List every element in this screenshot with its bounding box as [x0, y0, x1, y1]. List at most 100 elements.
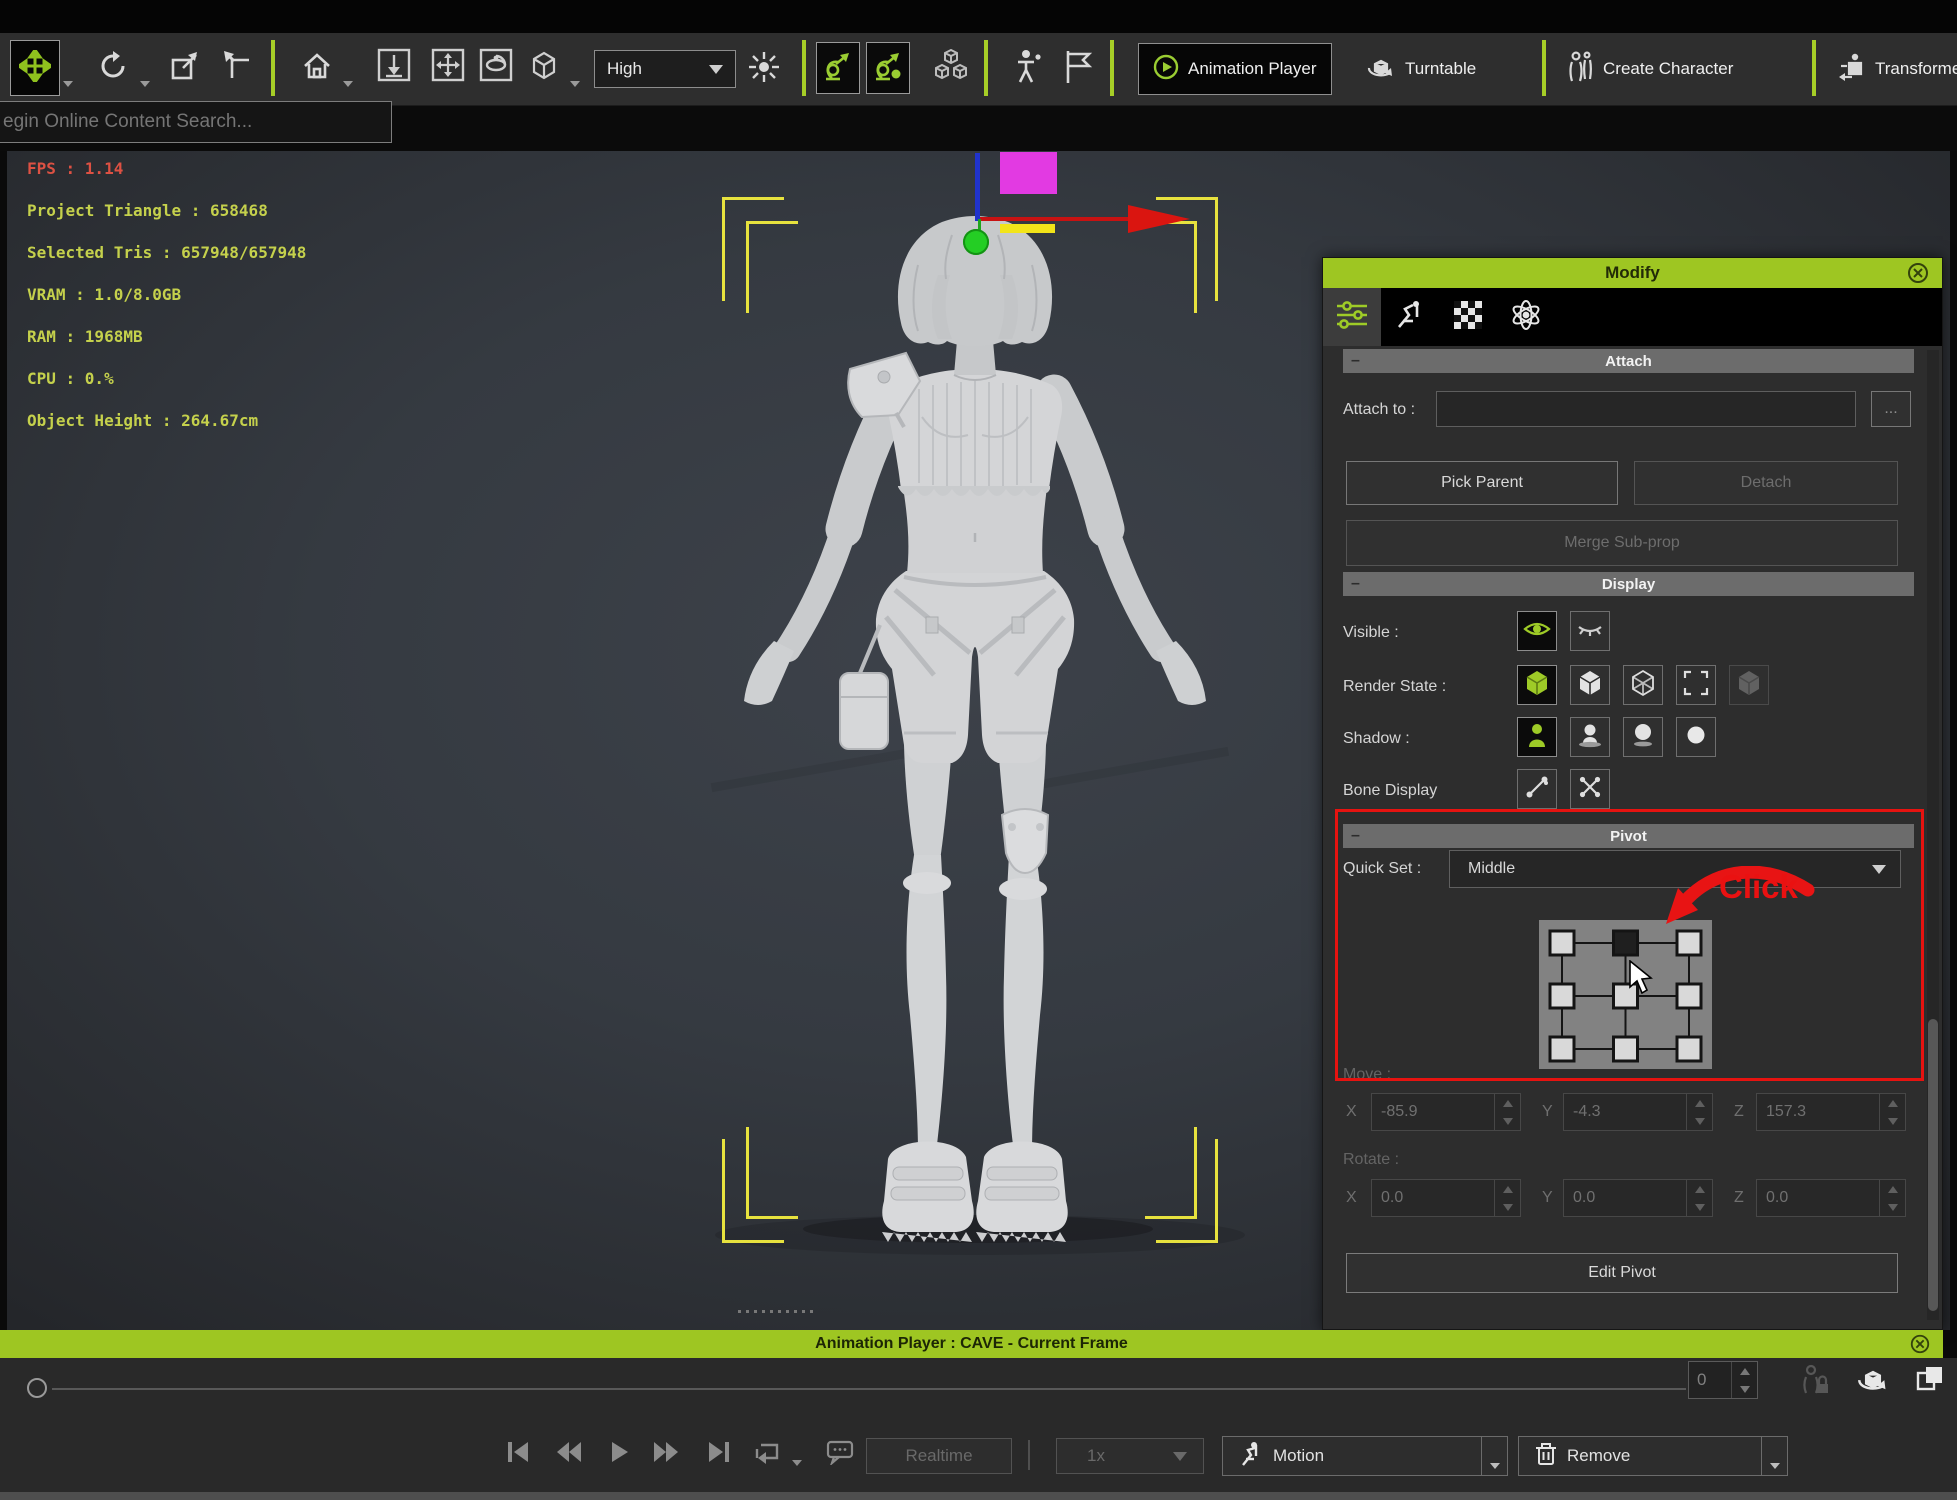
attach-browse-button[interactable]: ...: [1871, 391, 1911, 427]
splitter-handle[interactable]: [738, 1310, 813, 1313]
move-tool-caret[interactable]: [63, 81, 73, 87]
render-wireframe-button[interactable]: [1623, 665, 1663, 705]
pivot-cell-middle-left[interactable]: [1550, 984, 1574, 1008]
visible-on-button[interactable]: [1517, 611, 1557, 651]
pivot-cell-bottom-middle[interactable]: [1614, 1037, 1638, 1061]
loop-button[interactable]: [753, 1439, 779, 1465]
attach-section-header[interactable]: – Attach: [1343, 349, 1914, 373]
physics-balance-button[interactable]: [1008, 45, 1052, 93]
panel-scrollbar-thumb[interactable]: [1928, 1019, 1938, 1311]
bone-show-button[interactable]: [1517, 769, 1557, 809]
create-character-button[interactable]: Create Character: [1566, 43, 1733, 95]
content-search-box[interactable]: [0, 101, 392, 143]
drop-to-floor-button[interactable]: [374, 47, 414, 87]
gizmo-pivot-dot[interactable]: [963, 229, 989, 255]
timeline-track[interactable]: [52, 1388, 1686, 1390]
close-icon[interactable]: [1909, 1333, 1931, 1360]
gizmo-x-axis[interactable]: [980, 217, 1128, 221]
rotate-z-spinner[interactable]: [1879, 1180, 1905, 1216]
edit-pose-button[interactable]: [816, 42, 860, 94]
rotate-y-field[interactable]: 0.0: [1563, 1179, 1713, 1217]
shadow-none-button[interactable]: [1676, 717, 1716, 757]
render-shaded-button[interactable]: [1570, 665, 1610, 705]
tab-physics[interactable]: [1497, 288, 1555, 346]
modify-panel-header[interactable]: Modify: [1323, 258, 1942, 288]
edit-pivot-button[interactable]: Edit Pivot: [1346, 1253, 1898, 1293]
snap-move-button[interactable]: [428, 47, 468, 87]
gizmo-y-handle[interactable]: [1000, 224, 1055, 233]
prop-box-caret[interactable]: [570, 81, 580, 87]
playback-speed-dropdown[interactable]: 1x: [1056, 1438, 1204, 1474]
character-model[interactable]: [690, 205, 1260, 1265]
home-view-button[interactable]: [294, 40, 340, 96]
bone-hide-button[interactable]: [1570, 769, 1610, 809]
home-view-caret[interactable]: [343, 81, 353, 87]
light-button[interactable]: [744, 49, 784, 89]
render-boundingbox-button[interactable]: [1676, 665, 1716, 705]
display-section-header[interactable]: – Display: [1343, 572, 1914, 596]
prop-cluster-button[interactable]: [930, 49, 972, 89]
tab-material-texture[interactable]: [1439, 288, 1497, 346]
pivot-cell-bottom-left[interactable]: [1550, 1037, 1574, 1061]
fast-forward-button[interactable]: [653, 1439, 679, 1465]
rotate-tool-button[interactable]: [90, 40, 136, 96]
move-y-field[interactable]: -4.3: [1563, 1093, 1713, 1131]
layers-icon[interactable]: [1914, 1363, 1946, 1400]
merge-sub-prop-button[interactable]: Merge Sub-prop: [1346, 520, 1898, 566]
pivot-cell-middle-right[interactable]: [1677, 984, 1701, 1008]
prop-box-button[interactable]: [524, 47, 564, 87]
remove-button[interactable]: Remove: [1518, 1436, 1762, 1476]
move-z-field[interactable]: 157.3: [1756, 1093, 1906, 1131]
remove-options-caret[interactable]: [1762, 1436, 1788, 1476]
motion-button[interactable]: Motion: [1222, 1436, 1482, 1476]
gizmo-z-axis[interactable]: [975, 153, 980, 221]
rotate-tool-caret[interactable]: [140, 81, 150, 87]
tab-modify-settings[interactable]: [1323, 288, 1381, 346]
render-solid-button[interactable]: [1517, 665, 1557, 705]
turntable-mode-icon[interactable]: [1856, 1362, 1890, 1401]
turntable-button[interactable]: Turntable: [1366, 43, 1476, 95]
render-hidden-button[interactable]: [1729, 665, 1769, 705]
realtime-button[interactable]: Realtime: [866, 1438, 1012, 1474]
shadow-cast-button[interactable]: [1570, 717, 1610, 757]
motion-options-caret[interactable]: [1482, 1436, 1508, 1476]
rotate-y-spinner[interactable]: [1686, 1180, 1712, 1216]
play-button[interactable]: [606, 1439, 632, 1465]
pivot-cell-top-left[interactable]: [1550, 931, 1574, 955]
gizmo-x-arrowhead[interactable]: [1128, 205, 1190, 233]
quality-dropdown[interactable]: High: [594, 50, 736, 88]
rotate-x-spinner[interactable]: [1494, 1180, 1520, 1216]
snap-rotate-button[interactable]: [476, 47, 516, 87]
gizmo-plane-handle[interactable]: [1000, 152, 1057, 194]
pivot-cell-bottom-right[interactable]: [1677, 1037, 1701, 1061]
frame-spinner[interactable]: [1731, 1362, 1757, 1398]
move-y-spinner[interactable]: [1686, 1094, 1712, 1130]
move-tool-button[interactable]: [10, 40, 60, 96]
transformer-button[interactable]: Transformer: [1838, 43, 1957, 95]
rotate-x-field[interactable]: 0.0: [1371, 1179, 1521, 1217]
search-input[interactable]: [0, 102, 391, 142]
go-first-frame-button[interactable]: [505, 1439, 531, 1465]
rotate-z-field[interactable]: 0.0: [1756, 1179, 1906, 1217]
scale-tool-button[interactable]: [162, 40, 208, 96]
edit-pose-pin-button[interactable]: [866, 42, 910, 94]
visible-off-button[interactable]: [1570, 611, 1610, 651]
pick-parent-tool-button[interactable]: [214, 40, 260, 96]
detach-button[interactable]: Detach: [1634, 461, 1898, 505]
flag-button[interactable]: [1056, 45, 1100, 93]
move-x-field[interactable]: -85.9: [1371, 1093, 1521, 1131]
attach-to-field[interactable]: [1436, 391, 1856, 427]
shadow-receive-button[interactable]: [1623, 717, 1663, 757]
loop-options-caret[interactable]: [792, 1460, 802, 1466]
previous-frame-button[interactable]: [556, 1439, 582, 1465]
panel-scrollbar[interactable]: [1927, 350, 1939, 1320]
collapse-icon[interactable]: –: [1351, 349, 1360, 373]
lock-character-icon[interactable]: [1800, 1364, 1830, 1401]
pick-parent-button[interactable]: Pick Parent: [1346, 461, 1618, 505]
collapse-icon[interactable]: –: [1351, 572, 1360, 596]
animation-player-button[interactable]: Animation Player: [1138, 43, 1332, 95]
tab-pin-pose[interactable]: [1381, 288, 1439, 346]
move-z-spinner[interactable]: [1879, 1094, 1905, 1130]
move-x-spinner[interactable]: [1494, 1094, 1520, 1130]
comment-button[interactable]: [826, 1439, 852, 1465]
